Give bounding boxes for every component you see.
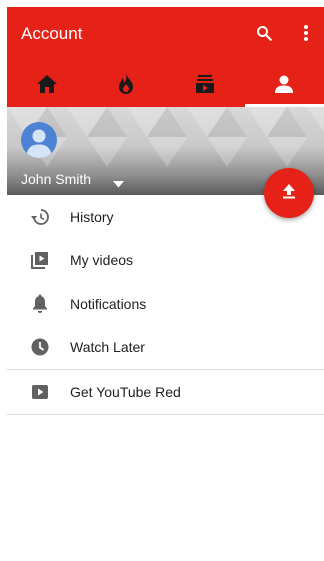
app-bar-actions [252, 21, 318, 45]
more-vert-icon[interactable] [294, 21, 318, 45]
divider [7, 413, 324, 415]
app-bar: Account [7, 7, 324, 107]
history-icon [27, 204, 53, 230]
my-videos-icon [27, 247, 53, 273]
page-title: Account [21, 24, 83, 43]
menu-item-notifications[interactable]: Notifications [7, 282, 324, 326]
account-menu: History My videos Notifications Watch La… [7, 195, 324, 415]
trending-icon [117, 73, 135, 100]
tab-subscriptions[interactable] [166, 65, 245, 107]
menu-item-label: Watch Later [70, 339, 145, 356]
account-icon [274, 74, 294, 99]
menu-item-label: Get YouTube Red [70, 383, 181, 400]
menu-item-youtube-red[interactable]: Get YouTube Red [7, 370, 324, 414]
play-icon [27, 379, 53, 405]
menu-item-history[interactable]: History [7, 195, 324, 239]
subscriptions-icon [195, 74, 215, 99]
tab-home[interactable] [7, 65, 86, 107]
menu-item-label: History [70, 208, 114, 225]
search-icon[interactable] [252, 21, 276, 45]
clock-icon [27, 334, 53, 360]
avatar[interactable] [21, 122, 57, 158]
tab-trending[interactable] [86, 65, 165, 107]
tab-bar [7, 65, 324, 107]
bell-icon [27, 291, 53, 317]
menu-item-watch-later[interactable]: Watch Later [7, 326, 324, 370]
username: John Smith [21, 171, 92, 187]
menu-item-my-videos[interactable]: My videos [7, 239, 324, 283]
chevron-down-icon[interactable] [113, 175, 124, 193]
menu-item-label: My videos [70, 252, 134, 269]
home-icon [36, 74, 58, 99]
tab-account[interactable] [244, 65, 324, 107]
menu-item-label: Notifications [70, 295, 147, 312]
account-screen: Account John Smith History My videos Not… [7, 7, 324, 561]
